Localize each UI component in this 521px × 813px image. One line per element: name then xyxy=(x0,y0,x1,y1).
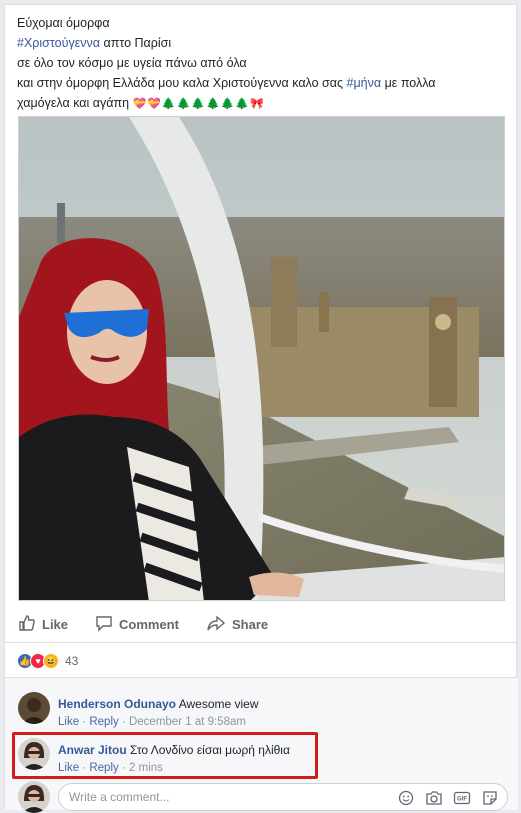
comment-reply-link[interactable]: Reply xyxy=(89,716,118,728)
post-actions-bar: Like Comment Share xyxy=(5,605,518,643)
thumbs-up-icon xyxy=(18,614,36,635)
speech-bubble-icon xyxy=(95,614,113,635)
comment-placeholder: Write a comment... xyxy=(69,790,170,804)
comment-composer: Write a comment... GIF xyxy=(18,780,508,813)
caption-line: Εύχομαι όμορφα xyxy=(17,13,507,33)
comment-button[interactable]: Comment xyxy=(95,614,179,634)
comment-meta: Like · Reply · December 1 at 9:58am xyxy=(58,716,246,728)
hashtag-link[interactable]: #μήνα xyxy=(347,76,382,90)
caption-text: χαμόγελα και αγάπη xyxy=(17,96,130,110)
camera-icon[interactable] xyxy=(425,789,443,807)
comment-body: Henderson Odunayo Awesome view Like · Re… xyxy=(58,696,259,730)
emoji-string: 💝💝🌲🌲🌲🌲🌲🌲🎀 xyxy=(132,97,265,110)
caption-text: και στην όμορφη Ελλάδα μου καλα Χριστούγ… xyxy=(17,76,347,90)
caption-text: απτο Παρίσι xyxy=(100,36,172,50)
comment-label: Comment xyxy=(119,616,179,632)
caption-line: χαμόγελα και αγάπη 💝💝🌲🌲🌲🌲🌲🌲🎀 xyxy=(17,93,507,114)
share-button[interactable]: Share xyxy=(206,614,268,634)
comment-like-link[interactable]: Like xyxy=(58,716,79,728)
post-card: Εύχομαι όμορφα #Χριστούγεννα απτο Παρίσι… xyxy=(4,4,518,813)
comment-author[interactable]: Henderson Odunayo xyxy=(58,697,176,711)
caption-line: και στην όμορφη Ελλάδα μου καλα Χριστούγ… xyxy=(17,73,507,93)
current-user-avatar[interactable] xyxy=(18,781,50,813)
composer-icons: GIF xyxy=(397,789,499,807)
avatar[interactable] xyxy=(18,692,50,724)
caption-text: Εύχομαι όμορφα xyxy=(17,16,110,30)
like-label: Like xyxy=(42,616,69,632)
comment-text: Awesome view xyxy=(178,697,259,711)
like-button[interactable]: Like xyxy=(18,614,68,634)
highlight-box xyxy=(12,732,318,779)
caption-text: με πολλα xyxy=(381,76,436,90)
share-label: Share xyxy=(232,616,269,632)
comment-timestamp[interactable]: December 1 at 9:58am xyxy=(129,716,246,728)
post-photo[interactable] xyxy=(18,116,505,601)
haha-reaction-icon: 😆 xyxy=(43,653,59,669)
post-caption: Εύχομαι όμορφα #Χριστούγεννα απτο Παρίσι… xyxy=(17,13,507,114)
reaction-count: 43 xyxy=(65,654,79,668)
caption-text: σε όλο τον κόσμο με υγεία πάνω από όλα xyxy=(17,56,247,70)
svg-text:GIF: GIF xyxy=(457,797,467,803)
photo-illustration xyxy=(19,117,504,600)
comments-section: Henderson Odunayo Awesome view Like · Re… xyxy=(5,677,518,813)
reactions-summary[interactable]: 👍 ♥ 😆 43 xyxy=(17,653,78,669)
gif-icon[interactable]: GIF xyxy=(453,789,471,807)
comment-item: Henderson Odunayo Awesome view Like · Re… xyxy=(18,692,259,730)
emoji-icon[interactable] xyxy=(397,789,415,807)
comment-line: Henderson Odunayo Awesome view xyxy=(58,696,259,712)
caption-line: #Χριστούγεννα απτο Παρίσι xyxy=(17,33,507,53)
caption-line: σε όλο τον κόσμο με υγεία πάνω από όλα xyxy=(17,53,507,73)
hashtag-link[interactable]: #Χριστούγεννα xyxy=(17,36,100,50)
comment-input[interactable]: Write a comment... GIF xyxy=(58,783,508,811)
share-arrow-icon xyxy=(206,614,226,635)
sticker-icon[interactable] xyxy=(481,789,499,807)
